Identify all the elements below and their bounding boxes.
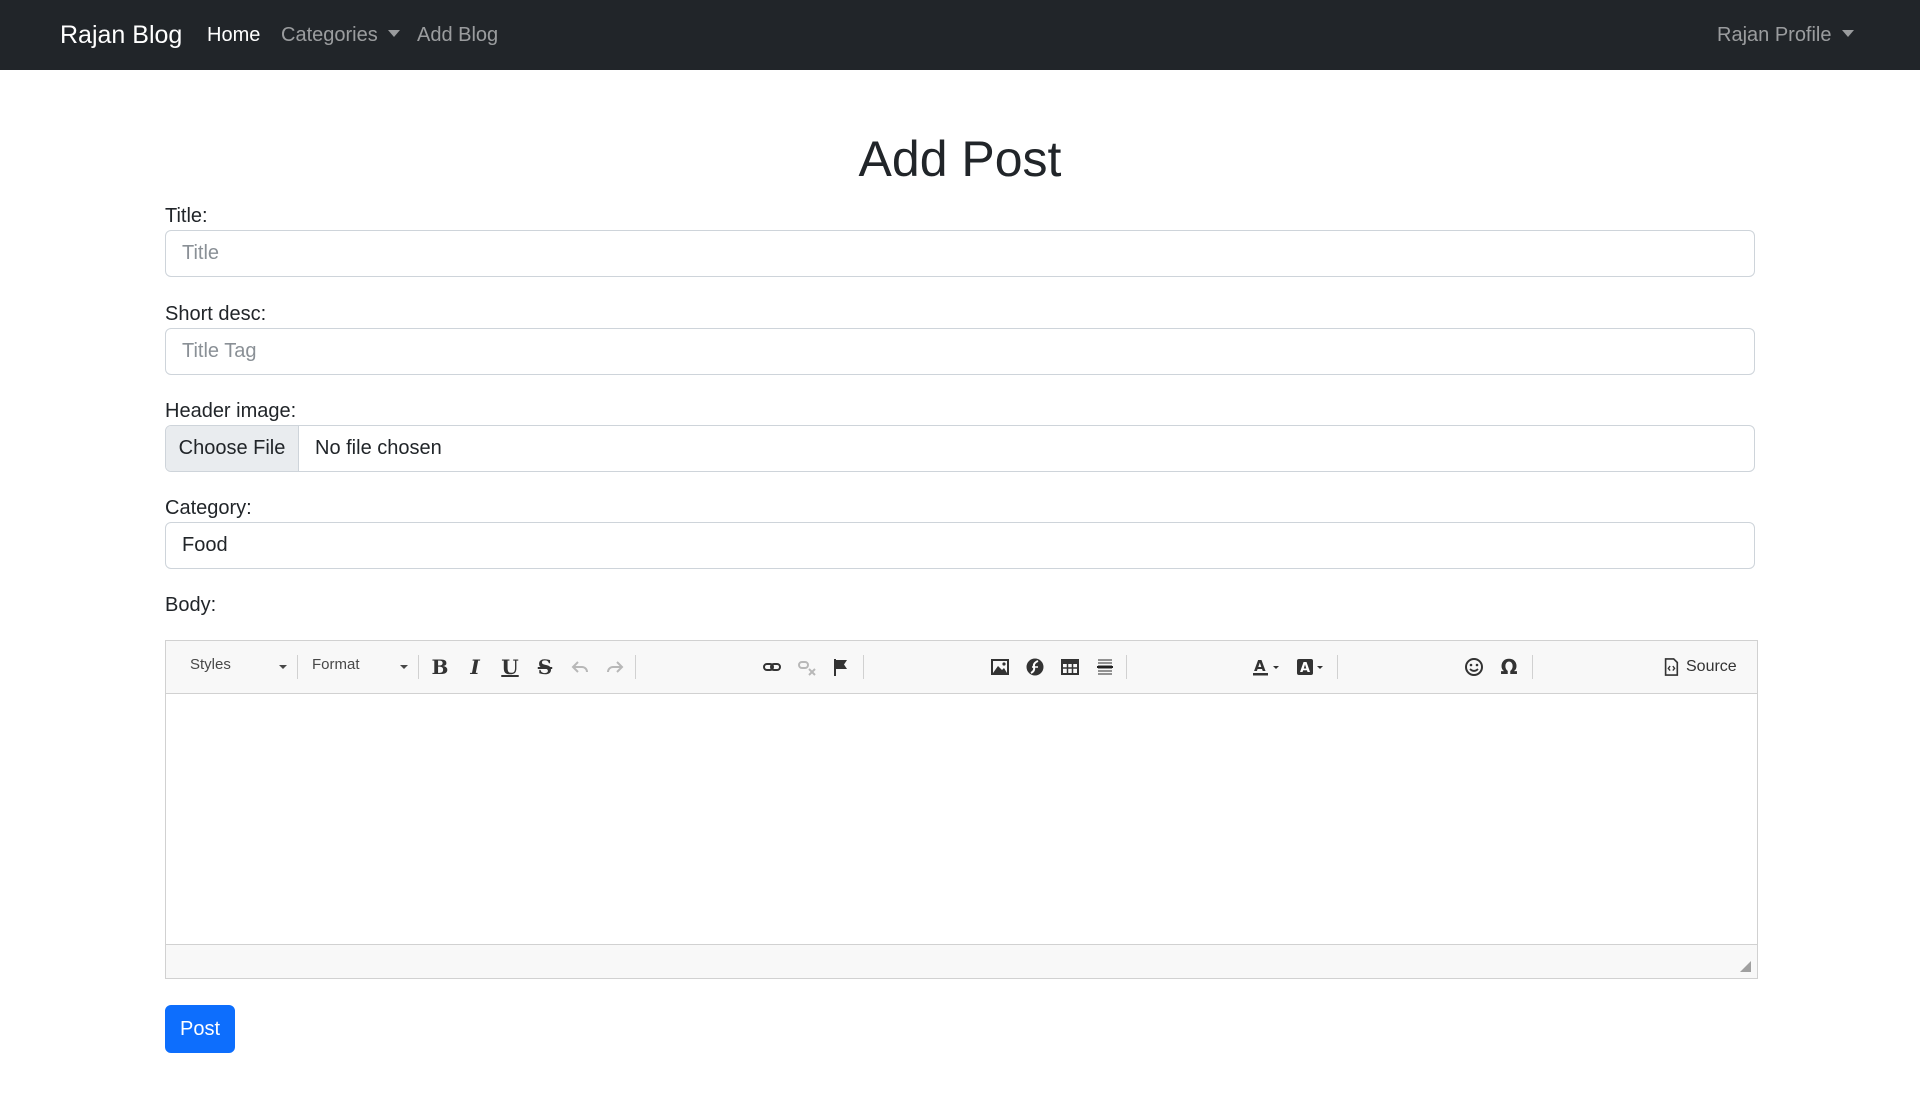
short-desc-label: Short desc: xyxy=(165,303,267,325)
toolbar-separator xyxy=(1532,655,1533,679)
styles-combo[interactable]: Styles xyxy=(190,656,231,673)
category-label: Category: xyxy=(165,497,252,519)
toolbar-separator xyxy=(297,655,298,679)
title-input[interactable] xyxy=(165,230,1755,277)
smiley-icon[interactable] xyxy=(1461,654,1487,680)
special-char-omega-icon[interactable]: Ω xyxy=(1496,654,1522,680)
toolbar-separator xyxy=(1126,655,1127,679)
toolbar-separator xyxy=(635,655,636,679)
rich-text-editor: Styles Format B I U S A A Ω Source xyxy=(165,640,1758,979)
nav-dropdown-categories[interactable]: Categories xyxy=(281,24,400,47)
brand-link[interactable]: Rajan Blog xyxy=(60,21,182,50)
page-title: Add Post xyxy=(858,131,1062,187)
body-label: Body: xyxy=(165,594,217,616)
choose-file-button[interactable]: Choose File xyxy=(166,426,299,471)
toolbar-separator xyxy=(863,655,864,679)
nav-link-add-blog[interactable]: Add Blog xyxy=(417,24,498,47)
toolbar-separator xyxy=(418,655,419,679)
post-submit-button[interactable]: Post xyxy=(165,1005,235,1053)
chevron-down-icon xyxy=(400,665,408,669)
anchor-flag-icon[interactable] xyxy=(828,654,854,680)
chevron-down-icon xyxy=(387,30,400,37)
profile-label: Rajan Profile xyxy=(1717,24,1832,46)
editor-content-area[interactable] xyxy=(166,694,1757,945)
underline-icon[interactable]: U xyxy=(497,654,523,680)
text-color-icon[interactable]: A xyxy=(1250,654,1284,680)
source-label: Source xyxy=(1686,658,1737,675)
bold-icon[interactable]: B xyxy=(427,654,453,680)
horizontal-rule-icon[interactable] xyxy=(1092,654,1118,680)
chevron-down-icon xyxy=(279,665,287,669)
format-combo[interactable]: Format xyxy=(312,656,360,673)
background-color-icon[interactable]: A xyxy=(1294,654,1328,680)
undo-icon[interactable] xyxy=(567,654,593,680)
flash-icon[interactable] xyxy=(1022,654,1048,680)
editor-toolbar: Styles Format B I U S A A Ω Source xyxy=(166,641,1757,694)
source-icon xyxy=(1664,658,1679,676)
categories-label: Categories xyxy=(281,24,378,46)
editor-status-bar xyxy=(166,944,1757,978)
category-select[interactable]: Food xyxy=(165,522,1755,569)
chevron-down-icon xyxy=(1841,30,1854,37)
nav-link-home[interactable]: Home xyxy=(207,24,260,47)
navbar: Rajan Blog Home Categories Add Blog Raja… xyxy=(0,0,1920,70)
italic-icon[interactable]: I xyxy=(462,654,488,680)
file-status: No file chosen xyxy=(315,437,442,459)
resize-handle-icon[interactable] xyxy=(1740,961,1751,972)
short-desc-input[interactable] xyxy=(165,328,1755,375)
header-image-label: Header image: xyxy=(165,400,297,422)
header-image-file-input[interactable]: Choose File No file chosen xyxy=(165,425,1755,472)
nav-dropdown-profile[interactable]: Rajan Profile xyxy=(1717,24,1854,47)
link-icon[interactable] xyxy=(759,654,785,680)
table-icon[interactable] xyxy=(1057,654,1083,680)
unlink-icon[interactable] xyxy=(794,654,820,680)
strikethrough-icon[interactable]: S xyxy=(532,654,558,680)
image-icon[interactable] xyxy=(987,654,1013,680)
svg-text:A: A xyxy=(1254,657,1266,675)
title-label: Title: xyxy=(165,205,208,227)
category-selected-value: Food xyxy=(182,534,228,556)
redo-icon[interactable] xyxy=(602,654,628,680)
source-button[interactable]: Source xyxy=(1662,654,1737,680)
toolbar-separator xyxy=(1337,655,1338,679)
svg-text:A: A xyxy=(1300,661,1310,676)
